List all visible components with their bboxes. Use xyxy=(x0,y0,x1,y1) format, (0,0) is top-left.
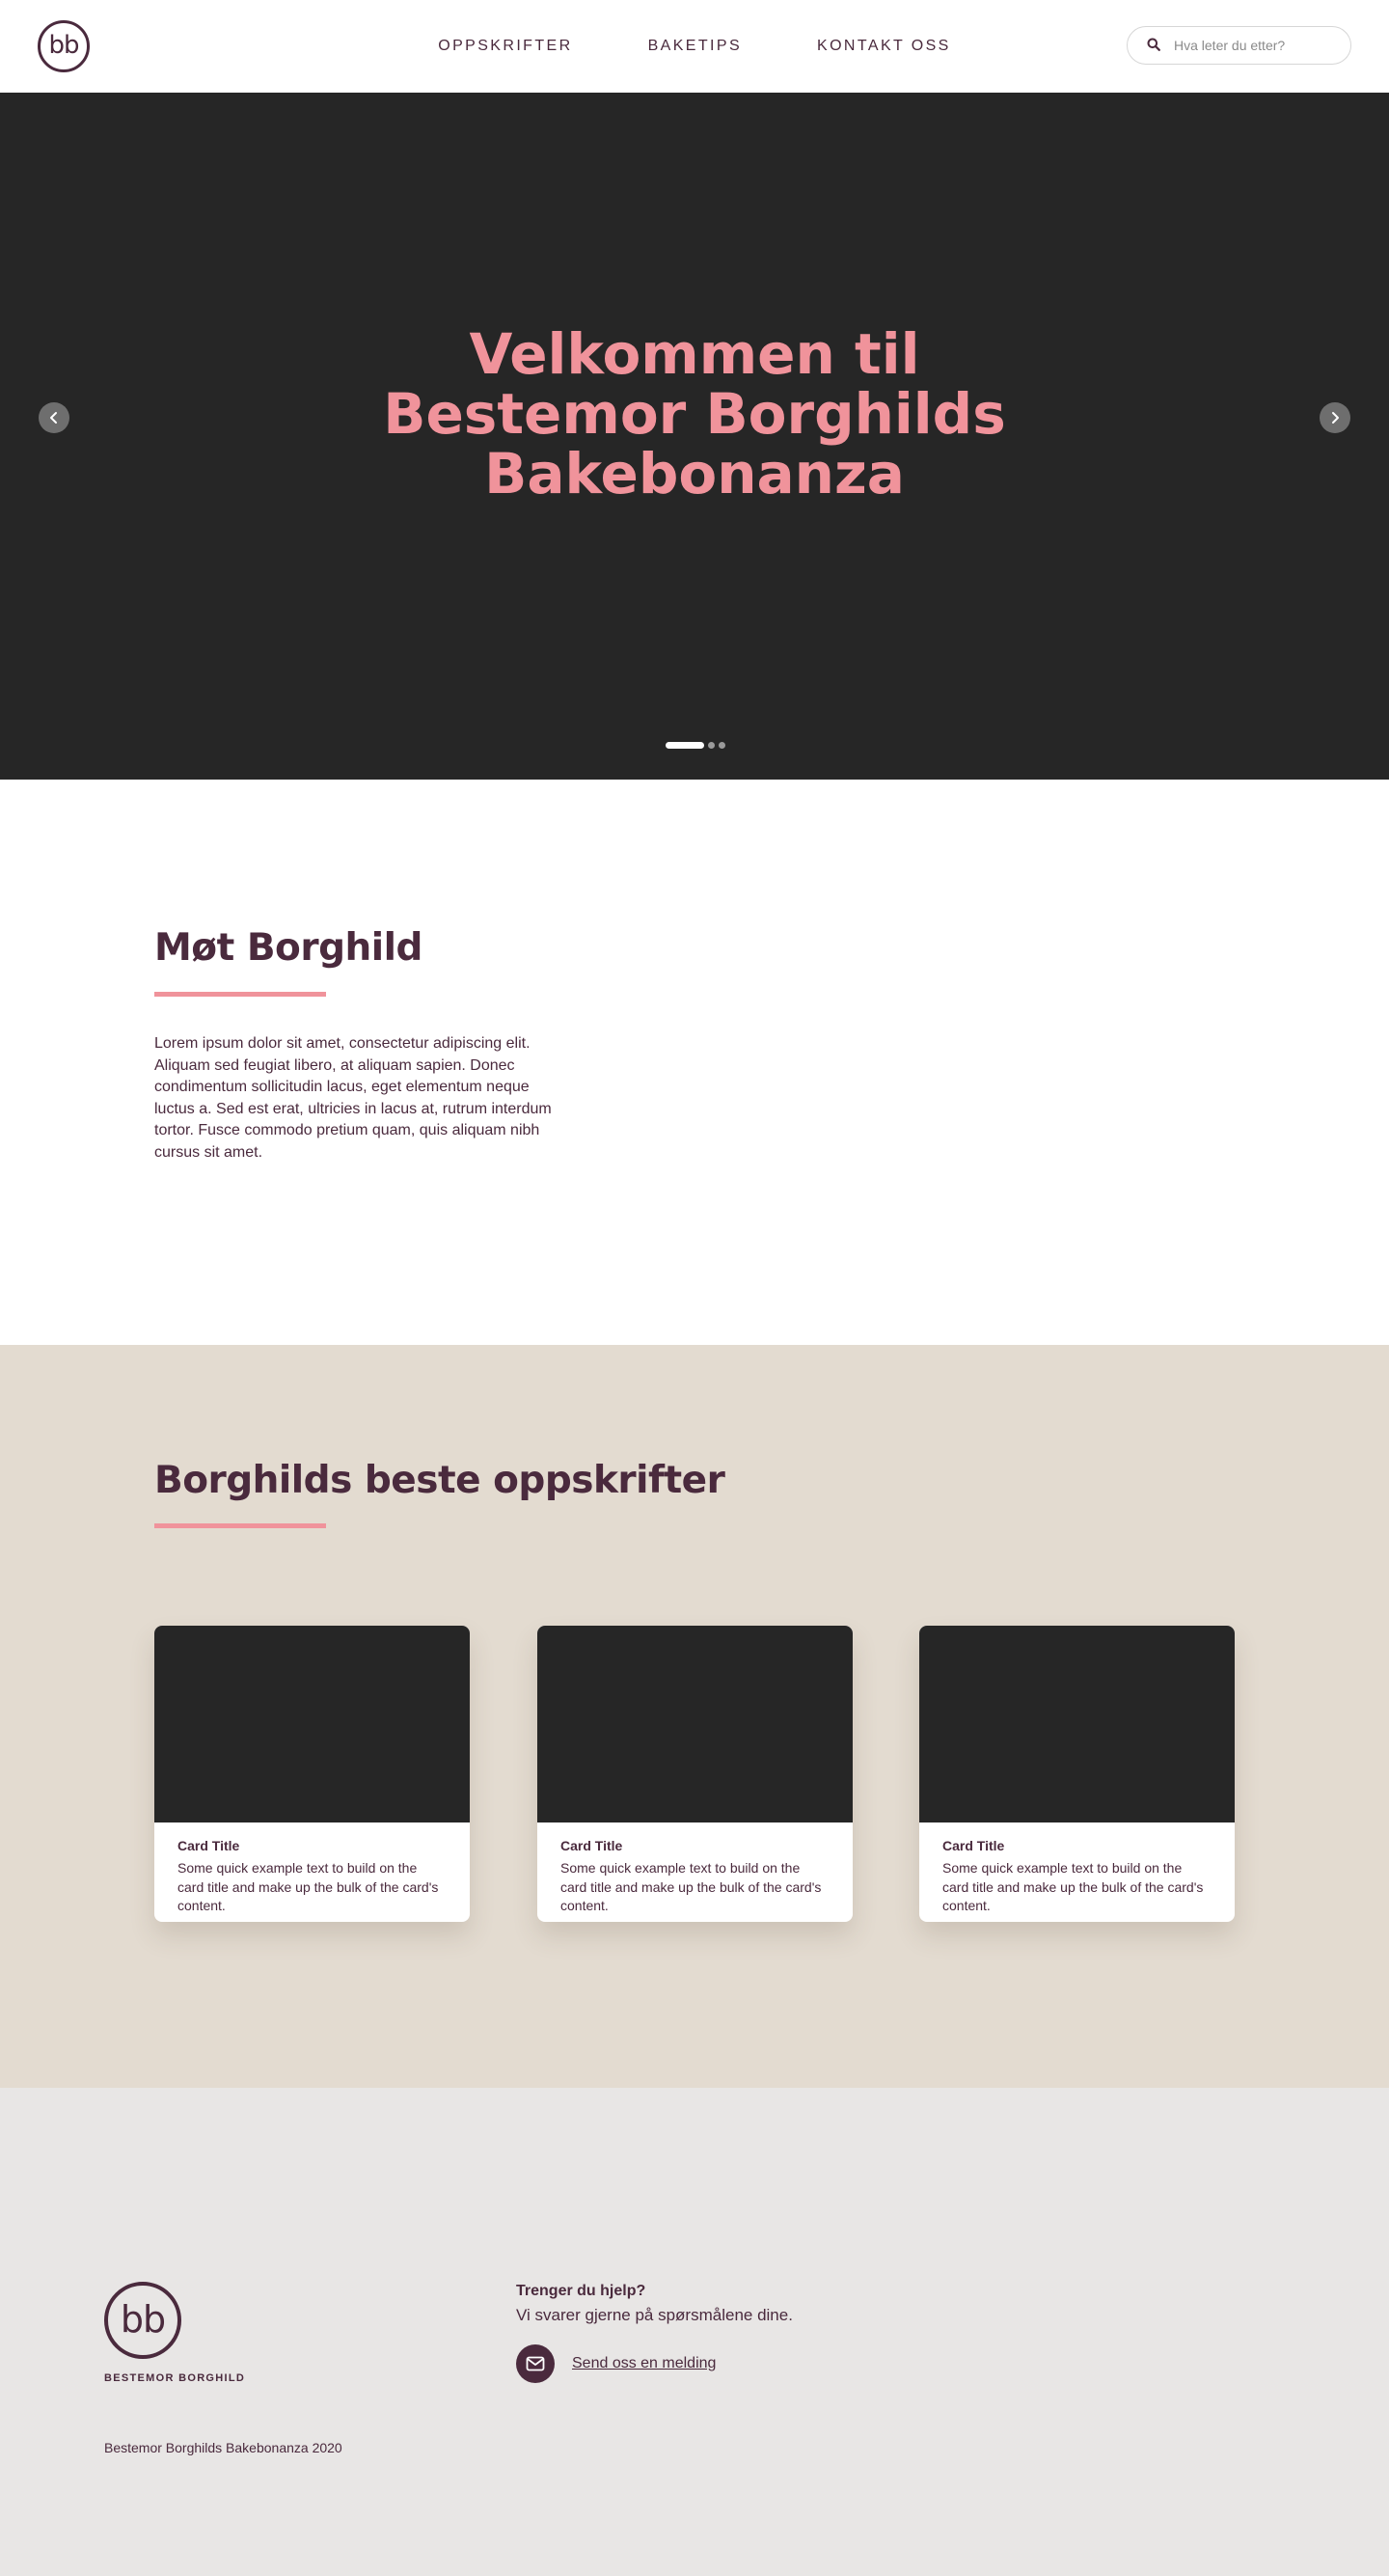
footer-brand-name: BESTEMOR BORGHILD xyxy=(104,2372,246,2384)
hero-title-line: Velkommen til xyxy=(469,321,920,387)
recipe-card[interactable]: Card Title Some quick example text to bu… xyxy=(919,1626,1235,1922)
card-image xyxy=(919,1626,1235,1822)
hero-title-line: Bakebonanza xyxy=(484,441,905,507)
about-title: Møt Borghild xyxy=(154,926,422,970)
hero-title-line: Bestemor Borghilds xyxy=(383,381,1006,447)
nav-item-kontakt-oss[interactable]: KONTAKT OSS xyxy=(817,38,951,55)
send-message-link[interactable]: Send oss en melding xyxy=(572,2355,716,2372)
recipe-card[interactable]: Card Title Some quick example text to bu… xyxy=(154,1626,470,1922)
carousel-prev-button[interactable] xyxy=(39,402,69,433)
recipes-section: Borghilds beste oppskrifter Card Title S… xyxy=(0,1345,1389,2088)
nav-item-baketips[interactable]: BAKETIPS xyxy=(648,38,742,55)
carousel-indicators xyxy=(0,742,1389,749)
envelope-icon[interactable] xyxy=(516,2344,555,2383)
site-header: bb OPPSKRIFTER BAKETIPS KONTAKT OSS xyxy=(0,0,1389,93)
card-image xyxy=(154,1626,470,1822)
about-text: Lorem ipsum dolor sit amet, consectetur … xyxy=(154,1035,552,1161)
contact-link-row[interactable]: Send oss en melding xyxy=(516,2344,716,2383)
card-image xyxy=(537,1626,853,1822)
carousel-indicator[interactable] xyxy=(719,742,725,749)
search-box[interactable] xyxy=(1127,26,1351,65)
card-text: Some quick example text to build on the … xyxy=(177,1860,439,1913)
footer-logo[interactable]: bb xyxy=(104,2282,181,2359)
recipes-title: Borghilds beste oppskrifter xyxy=(154,1459,725,1502)
hero-title: Velkommen til Bestemor Borghilds Bakebon… xyxy=(0,324,1389,504)
site-footer: bb BESTEMOR BORGHILD Bestemor Borghilds … xyxy=(0,2088,1389,2576)
card-text: Some quick example text to build on the … xyxy=(942,1860,1204,1913)
card-title: Card Title xyxy=(177,1838,240,1853)
about-section: Møt Borghild Lorem ipsum dolor sit amet,… xyxy=(0,780,1389,1345)
carousel-next-button[interactable] xyxy=(1320,402,1350,433)
card-title: Card Title xyxy=(942,1838,1005,1853)
footer-copyright: Bestemor Borghilds Bakebonanza 2020 xyxy=(104,2440,342,2455)
help-text: Vi svarer gjerne på spørsmålene dine. xyxy=(516,2306,793,2324)
recipe-card[interactable]: Card Title Some quick example text to bu… xyxy=(537,1626,853,1922)
hero-carousel: Velkommen til Bestemor Borghilds Bakebon… xyxy=(0,93,1389,780)
chevron-right-icon xyxy=(1332,412,1339,424)
nav-item-oppskrifter[interactable]: OPPSKRIFTER xyxy=(438,38,572,55)
title-underline xyxy=(154,1523,326,1528)
carousel-indicator[interactable] xyxy=(666,742,704,749)
carousel-indicator[interactable] xyxy=(708,742,715,749)
chevron-left-icon xyxy=(50,412,57,424)
help-title: Trenger du hjelp? xyxy=(516,2283,646,2299)
title-underline xyxy=(154,992,326,997)
search-icon[interactable] xyxy=(1147,38,1162,53)
search-input[interactable] xyxy=(1174,38,1328,53)
card-text: Some quick example text to build on the … xyxy=(560,1860,822,1913)
card-title: Card Title xyxy=(560,1838,623,1853)
